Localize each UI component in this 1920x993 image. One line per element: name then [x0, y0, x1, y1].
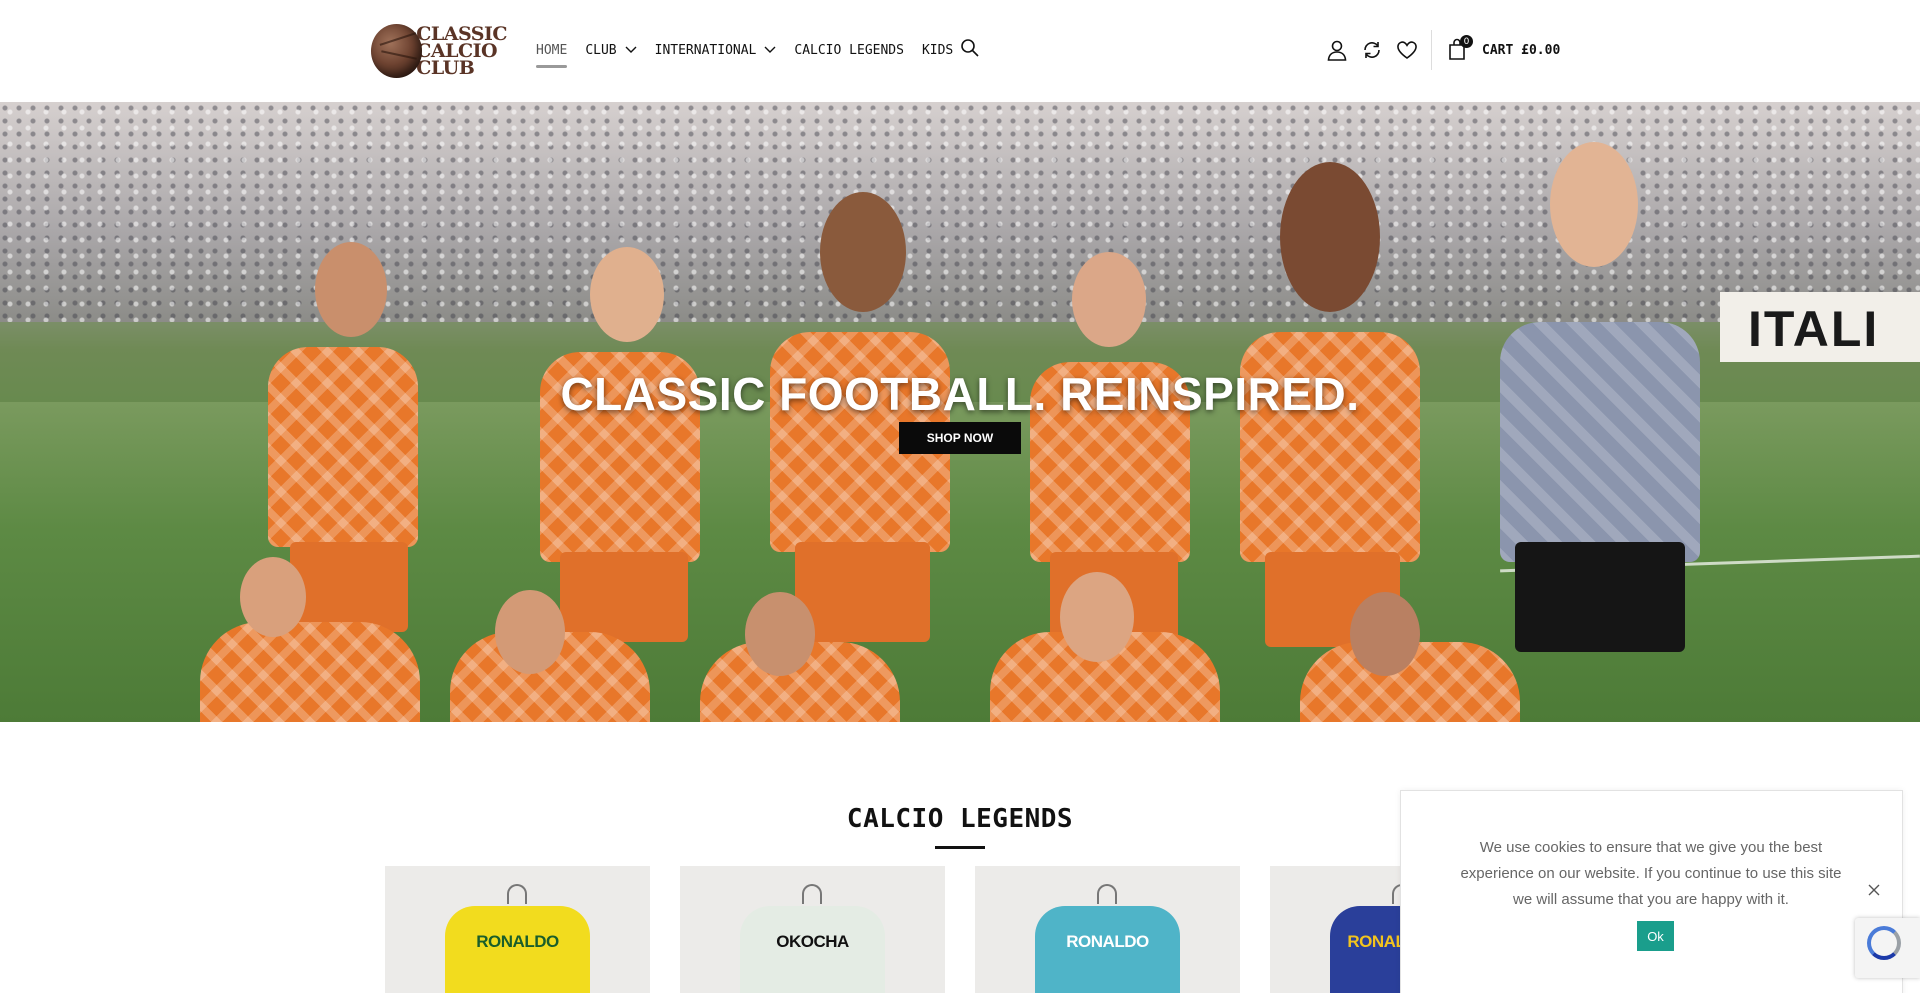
account-icon[interactable] — [1325, 38, 1349, 62]
cookie-notice: We use cookies to ensure that we give yo… — [1400, 790, 1903, 993]
player-image — [1280, 162, 1380, 312]
nav-calcio-legends-label: CALCIO LEGENDS — [794, 42, 904, 58]
compare-icon[interactable] — [1360, 38, 1384, 62]
site-header: CLASSIC CALCIO CLUB HOME CLUB INTERNATIO… — [0, 0, 1920, 102]
player-image — [795, 542, 930, 642]
hero-title: CLASSIC FOOTBALL. REINSPIRED. — [560, 368, 1360, 420]
shop-now-button[interactable]: SHOP NOW — [899, 422, 1021, 454]
hanger-icon — [802, 884, 822, 904]
cart-button[interactable]: 0 CART £0.00 — [1447, 35, 1561, 62]
cart-icon: 0 — [1447, 35, 1473, 62]
header-divider — [1431, 30, 1432, 70]
player-image — [240, 557, 306, 637]
cookie-ok-button[interactable]: Ok — [1637, 921, 1674, 951]
product-card[interactable]: OKOCHA — [680, 866, 945, 993]
recaptcha-icon — [1867, 926, 1901, 960]
player-image — [315, 242, 387, 337]
product-card[interactable]: RONALDO — [975, 866, 1240, 993]
player-image — [820, 192, 906, 312]
player-image — [1060, 572, 1134, 662]
nav-international-label: INTERNATIONAL — [654, 42, 757, 58]
hanger-icon — [507, 884, 527, 904]
goalkeeper-image — [1500, 322, 1700, 562]
chevron-down-icon — [764, 44, 776, 56]
player-image — [495, 590, 565, 674]
nav-club-label: CLUB — [585, 42, 617, 58]
cart-total: CART £0.00 — [1482, 42, 1561, 58]
advertising-board: ITALI — [1720, 292, 1920, 362]
nav-international[interactable]: INTERNATIONAL — [655, 40, 777, 60]
product-grid: RONALDO OKOCHA RONALDO RONALDINHO — [385, 866, 1565, 993]
wishlist-icon[interactable] — [1395, 38, 1419, 62]
cart-count-badge: 0 — [1460, 35, 1473, 48]
recaptcha-badge[interactable] — [1855, 918, 1920, 978]
jersey-image: OKOCHA — [740, 906, 885, 993]
jersey-name: OKOCHA — [776, 932, 849, 951]
nav-home[interactable]: HOME — [536, 40, 568, 68]
football-logo-icon — [371, 24, 423, 78]
goalkeeper-image — [1550, 142, 1638, 267]
logo-line-3: CLUB — [416, 56, 475, 79]
player-image — [745, 592, 815, 676]
section-title-underline — [935, 846, 985, 849]
nav-home-label: HOME — [536, 42, 568, 58]
jersey-name: RONALDO — [1066, 932, 1149, 951]
header-icons — [1325, 38, 1430, 62]
site-logo[interactable]: CLASSIC CALCIO CLUB — [371, 22, 507, 80]
hanger-icon — [1097, 884, 1117, 904]
player-image — [290, 542, 408, 632]
hero-banner: ITALI CLASSIC FOOTBALL. REINSPIRED. SHOP… — [0, 102, 1920, 722]
jersey-image: RONALDO — [1035, 906, 1180, 993]
player-image — [1350, 592, 1420, 676]
product-card[interactable]: RONALDO — [385, 866, 650, 993]
player-image — [200, 622, 420, 722]
cookie-notice-text: We use cookies to ensure that we give yo… — [1460, 839, 1842, 908]
chevron-down-icon — [625, 44, 637, 56]
goalkeeper-image — [1515, 542, 1685, 652]
player-image — [1072, 252, 1146, 347]
player-image — [560, 552, 688, 642]
close-icon[interactable] — [1867, 883, 1881, 897]
nav-calcio-legends[interactable]: CALCIO LEGENDS — [794, 40, 904, 60]
nav-kids[interactable]: KIDS — [922, 40, 953, 60]
advertising-board-text: ITALI — [1748, 301, 1880, 357]
search-icon[interactable] — [960, 38, 982, 60]
player-image — [590, 247, 664, 342]
logo-text: CLASSIC CALCIO CLUB — [416, 24, 507, 79]
jersey-name: RONALDO — [476, 932, 559, 951]
main-nav: HOME CLUB INTERNATIONAL CALCIO LEGENDS K… — [536, 40, 971, 68]
nav-club[interactable]: CLUB — [585, 40, 637, 60]
nav-kids-label: KIDS — [921, 42, 954, 58]
jersey-image: RONALDO — [445, 906, 590, 993]
